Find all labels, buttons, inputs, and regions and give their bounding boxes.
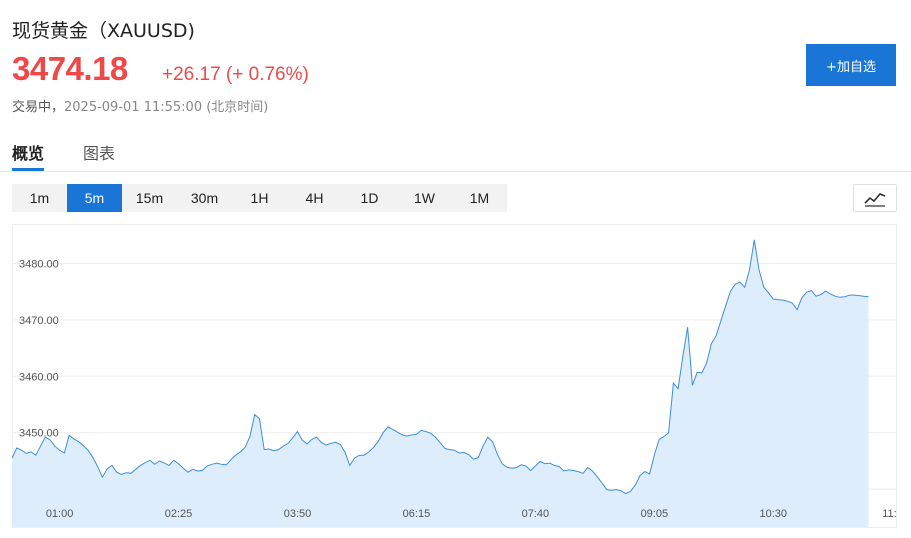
status-datetime: 2025-09-01 11:55:00 (北京时间): [64, 100, 269, 115]
instrument-title: 现货黄金（XAUUSD): [12, 20, 195, 42]
x-tick-label: 06:15: [403, 508, 431, 520]
chart-type-button[interactable]: [853, 184, 897, 212]
y-tick-label: 3460.00: [19, 371, 59, 383]
x-tick-label: 07:40: [522, 508, 550, 520]
tab-bar: 概览 图表: [0, 138, 911, 172]
y-tick-label: 3480.00: [19, 258, 59, 270]
x-tick-label: 09:05: [641, 508, 669, 520]
interval-5m[interactable]: 5m: [67, 184, 122, 212]
price-chart[interactable]: 3440.003450.003460.003470.003480.0001:00…: [12, 224, 897, 528]
interval-1mo[interactable]: 1M: [452, 184, 507, 212]
x-tick-label: 10:30: [760, 508, 788, 520]
status-label: 交易中，: [12, 100, 65, 115]
trading-status: 交易中，2025-09-01 11:55:00 (北京时间): [12, 96, 268, 115]
current-price: 3474.18: [12, 50, 128, 87]
active-tab-indicator: [12, 168, 44, 171]
add-watchlist-button[interactable]: +加自选: [806, 44, 896, 86]
tab-overview[interactable]: 概览: [12, 140, 44, 164]
interval-30m[interactable]: 30m: [177, 184, 232, 212]
y-tick-label: 3450.00: [19, 428, 59, 440]
interval-1d[interactable]: 1D: [342, 184, 397, 212]
line-chart-icon: [864, 193, 886, 207]
interval-4h[interactable]: 4H: [287, 184, 342, 212]
interval-1m[interactable]: 1m: [12, 184, 67, 212]
x-tick-label: 11:5: [882, 508, 897, 520]
x-tick-label: 01:00: [46, 508, 74, 520]
x-tick-label: 02:25: [165, 508, 193, 520]
interval-selector: 1m 5m 15m 30m 1H 4H 1D 1W 1M: [12, 184, 507, 212]
interval-1w[interactable]: 1W: [397, 184, 452, 212]
price-change: +26.17 (+ 0.76%): [162, 64, 309, 85]
x-tick-label: 03:50: [284, 508, 312, 520]
y-tick-label: 3470.00: [19, 315, 59, 327]
tab-chart[interactable]: 图表: [83, 140, 115, 164]
interval-1h[interactable]: 1H: [232, 184, 287, 212]
interval-15m[interactable]: 15m: [122, 184, 177, 212]
